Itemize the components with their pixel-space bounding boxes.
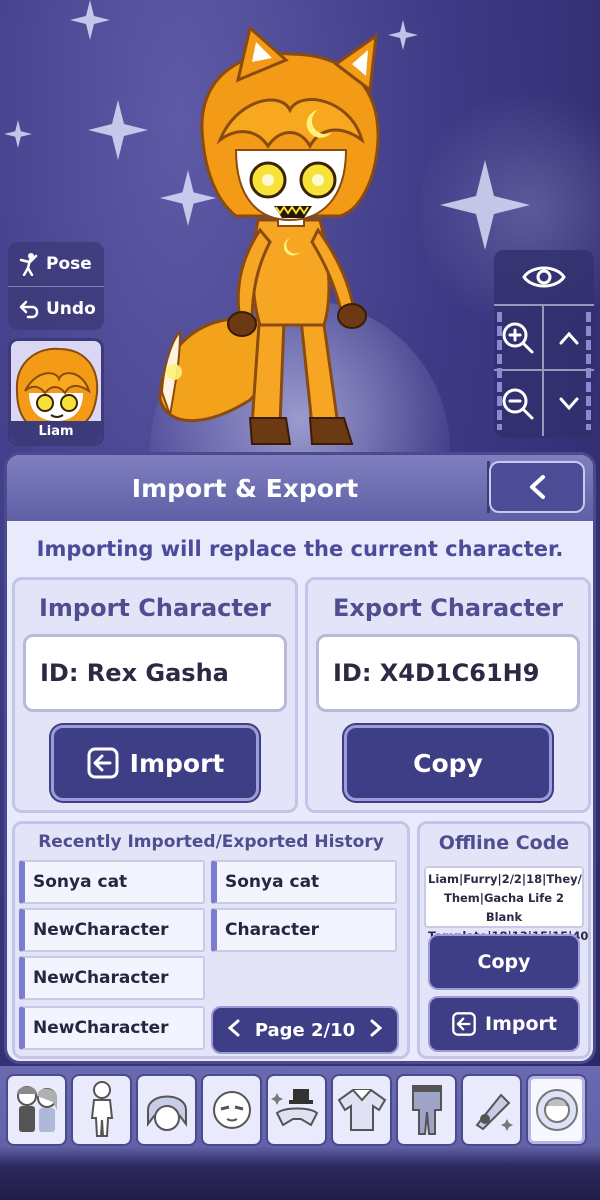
export-character-box: Export Character ID: X4D1C61H9 Copy [305, 577, 591, 813]
history-pager: Page 2/10 [211, 1006, 399, 1054]
offline-import-label: Import [485, 1013, 557, 1035]
category-bar [0, 1066, 600, 1200]
zoom-out-icon [502, 388, 534, 419]
history-item[interactable]: Character [211, 908, 397, 952]
category-tops-button[interactable] [331, 1074, 392, 1146]
history-item[interactable]: NewCharacter [19, 1006, 205, 1050]
back-button[interactable] [489, 461, 585, 513]
history-box: Recently Imported/Exported History Sonya… [12, 821, 410, 1059]
export-title: Export Character [333, 594, 563, 622]
body-icon [90, 1081, 113, 1137]
import-warning: Importing will replace the current chara… [36, 537, 564, 561]
history-item[interactable]: Sonya cat [211, 860, 397, 904]
import-button[interactable]: Import [51, 725, 259, 801]
offline-title: Offline Code [438, 832, 570, 854]
toggle-visibility-button[interactable] [494, 250, 594, 306]
import-character-box: Import Character ID: Rex Gasha Import [12, 577, 298, 813]
category-face-button[interactable] [201, 1074, 262, 1146]
history-item[interactable]: NewCharacter [19, 908, 205, 952]
character-name: Liam [11, 421, 101, 443]
offline-code-line: Liam|Furry|2/2|18|They/ [428, 872, 582, 886]
accessories-icon [270, 1089, 318, 1127]
sparkle-icon [440, 160, 530, 250]
props-icon [475, 1093, 513, 1131]
undo-button[interactable]: Undo [8, 286, 104, 330]
category-bottoms-button[interactable] [396, 1074, 457, 1146]
history-item[interactable]: NewCharacter [19, 956, 205, 1000]
category-hair-button[interactable] [136, 1074, 197, 1146]
offline-code-line: Them|Gacha Life 2 Blank [443, 891, 565, 924]
import-button-label: Import [129, 748, 225, 778]
category-accessories-button[interactable] [266, 1074, 327, 1146]
panel-header: Import & Export [7, 455, 593, 521]
undo-label: Undo [46, 298, 96, 319]
pose-icon [19, 253, 38, 276]
pose-undo-panel: Pose Undo [8, 242, 104, 330]
pose-label: Pose [46, 254, 92, 274]
category-body-button[interactable] [71, 1074, 132, 1146]
copy-button-label: Copy [413, 748, 483, 778]
copy-id-button[interactable]: Copy [344, 725, 552, 801]
next-page-button[interactable] [369, 1019, 383, 1042]
character-slot[interactable]: Liam [8, 338, 104, 446]
panel-title: Import & Export [131, 473, 359, 503]
chevron-right-icon [370, 1019, 383, 1036]
category-props-button[interactable] [461, 1074, 522, 1146]
offline-copy-button[interactable]: Copy [428, 934, 580, 990]
category-characters-button[interactable] [6, 1074, 67, 1146]
hair-icon [146, 1095, 187, 1131]
character-figure[interactable] [140, 20, 420, 450]
characters-icon [16, 1086, 57, 1132]
sparkle-icon [88, 100, 148, 160]
back-chevron-icon [530, 475, 545, 499]
camera-controls [494, 250, 594, 438]
chevron-up-icon [559, 331, 579, 344]
zoom-in-icon [502, 322, 534, 353]
import-id-field[interactable]: ID: Rex Gasha [23, 634, 287, 712]
offline-code-box: Offline Code Liam|Furry|2/2|18|They/ The… [417, 821, 591, 1059]
chevron-down-icon [559, 397, 579, 410]
import-title: Import Character [38, 594, 271, 622]
avatar [15, 347, 99, 426]
export-id-field[interactable]: ID: X4D1C61H9 [316, 634, 580, 712]
category-profile-button[interactable] [526, 1074, 587, 1146]
import-export-panel: Import & Export Importing will replace t… [4, 452, 596, 1064]
import-icon [452, 1012, 476, 1036]
offline-code-text[interactable]: Liam|Furry|2/2|18|They/ Them|Gacha Life … [424, 866, 588, 943]
scroll-rail [497, 312, 502, 430]
scroll-rail [586, 312, 591, 430]
pose-button[interactable]: Pose [8, 242, 104, 286]
offline-copy-label: Copy [477, 951, 531, 973]
sparkle-icon [70, 0, 110, 40]
undo-icon [19, 300, 39, 318]
profile-icon [535, 1089, 578, 1131]
offline-import-button[interactable]: Import [428, 996, 580, 1052]
pants-icon [411, 1085, 442, 1135]
import-icon [87, 747, 119, 779]
chevron-left-icon [227, 1019, 240, 1036]
prev-page-button[interactable] [227, 1019, 241, 1042]
eye-icon [522, 266, 566, 288]
face-icon [212, 1091, 251, 1129]
page-indicator: Page 2/10 [254, 1019, 356, 1041]
shirt-icon [337, 1089, 386, 1131]
history-item[interactable]: Sonya cat [19, 860, 205, 904]
history-title: Recently Imported/Exported History [38, 832, 384, 852]
sparkle-icon [4, 120, 32, 148]
